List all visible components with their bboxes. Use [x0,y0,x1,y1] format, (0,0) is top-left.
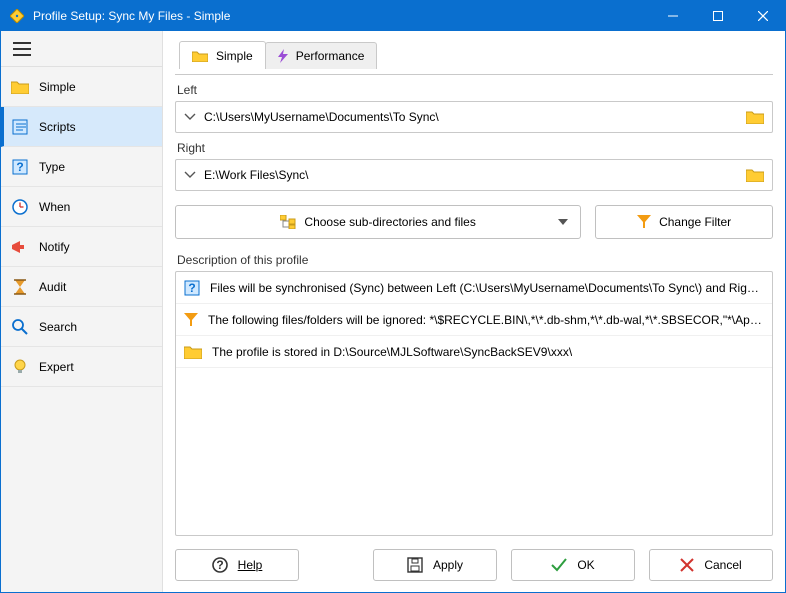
clock-icon [11,198,29,216]
svg-text:?: ? [16,160,23,174]
left-path-input[interactable]: C:\Users\MyUsername\Documents\To Sync\ [175,101,773,133]
titlebar: Profile Setup: Sync My Files - Simple [1,1,785,31]
sidebar-item-label: Audit [39,280,66,294]
button-label: Help [238,558,263,572]
description-section: Description of this profile ? Files will… [175,253,773,536]
right-label: Right [177,141,773,155]
sidebar-item-scripts[interactable]: Scripts [1,107,162,147]
bulb-icon [11,358,29,376]
filter-icon [637,215,651,229]
tab-label: Performance [296,49,365,63]
left-path-value: C:\Users\MyUsername\Documents\To Sync\ [204,110,746,124]
help-icon: ? [212,557,228,573]
sidebar-item-label: Search [39,320,77,334]
description-row: ? Files will be synchronised (Sync) betw… [176,272,772,304]
svg-text:?: ? [188,281,195,295]
sidebar: Simple Scripts ? Type When Notify Audit [1,31,163,592]
footer: ? Help Apply OK Cancel [175,536,773,584]
x-icon [680,558,694,572]
body: Simple Scripts ? Type When Notify Audit [1,31,785,592]
chevron-down-icon [184,113,196,121]
tab-label: Simple [216,49,253,63]
button-label: OK [577,558,594,572]
folder-icon [184,345,202,359]
sidebar-item-label: Type [39,160,65,174]
app-icon [9,8,25,24]
description-text: The following files/folders will be igno… [208,313,764,327]
button-row: Choose sub-directories and files Change … [175,205,773,239]
svg-text:?: ? [216,558,223,572]
ok-button[interactable]: OK [511,549,635,581]
description-list: ? Files will be synchronised (Sync) betw… [175,271,773,536]
button-label: Choose sub-directories and files [304,215,475,229]
browse-folder-icon[interactable] [746,168,764,182]
right-path-value: E:\Work Files\Sync\ [204,168,746,182]
question-icon: ? [11,158,29,176]
window: Profile Setup: Sync My Files - Simple Si… [0,0,786,593]
folder-icon [192,50,208,62]
question-icon: ? [184,280,200,296]
description-label: Description of this profile [177,253,773,267]
tab-performance[interactable]: Performance [265,42,378,69]
sidebar-item-label: Scripts [39,120,76,134]
chevron-down-icon [184,171,196,179]
hamburger-button[interactable] [1,31,162,67]
main-content: Simple Performance Left C:\Users\MyUsern… [163,31,785,592]
megaphone-icon [11,238,29,256]
minimize-button[interactable] [650,1,695,31]
sidebar-item-expert[interactable]: Expert [1,347,162,387]
sidebar-item-type[interactable]: ? Type [1,147,162,187]
left-label: Left [177,83,773,97]
save-icon [407,557,423,573]
apply-button[interactable]: Apply [373,549,497,581]
right-path-input[interactable]: E:\Work Files\Sync\ [175,159,773,191]
sidebar-item-label: Expert [39,360,74,374]
tab-simple[interactable]: Simple [179,41,266,69]
description-row: The profile is stored in D:\Source\MJLSo… [176,336,772,368]
chevron-down-icon [558,219,568,225]
check-icon [551,558,567,572]
filter-icon [184,313,198,327]
description-text: Files will be synchronised (Sync) betwee… [210,281,764,295]
description-text: The profile is stored in D:\Source\MJLSo… [212,345,572,359]
tab-bar: Simple Performance [179,41,773,69]
close-button[interactable] [740,1,785,31]
button-label: Apply [433,558,463,572]
window-controls [650,1,785,31]
lightning-icon [278,49,288,63]
script-icon [11,118,29,136]
sidebar-item-label: Notify [39,240,70,254]
button-label: Change Filter [659,215,731,229]
sidebar-item-when[interactable]: When [1,187,162,227]
button-label: Cancel [704,558,741,572]
search-icon [11,318,29,336]
sidebar-item-label: Simple [39,80,76,94]
change-filter-button[interactable]: Change Filter [595,205,773,239]
description-row: The following files/folders will be igno… [176,304,772,336]
hourglass-icon [11,278,29,296]
sidebar-item-audit[interactable]: Audit [1,267,162,307]
tree-icon [280,215,296,229]
browse-folder-icon[interactable] [746,110,764,124]
sidebar-item-simple[interactable]: Simple [1,67,162,107]
sidebar-item-search[interactable]: Search [1,307,162,347]
choose-subdirs-button[interactable]: Choose sub-directories and files [175,205,581,239]
tabstrip-divider [175,74,773,75]
hamburger-icon [13,42,31,56]
cancel-button[interactable]: Cancel [649,549,773,581]
folder-icon [11,78,29,96]
help-button[interactable]: ? Help [175,549,299,581]
sidebar-item-label: When [39,200,70,214]
window-title: Profile Setup: Sync My Files - Simple [33,9,650,23]
maximize-button[interactable] [695,1,740,31]
sidebar-item-notify[interactable]: Notify [1,227,162,267]
